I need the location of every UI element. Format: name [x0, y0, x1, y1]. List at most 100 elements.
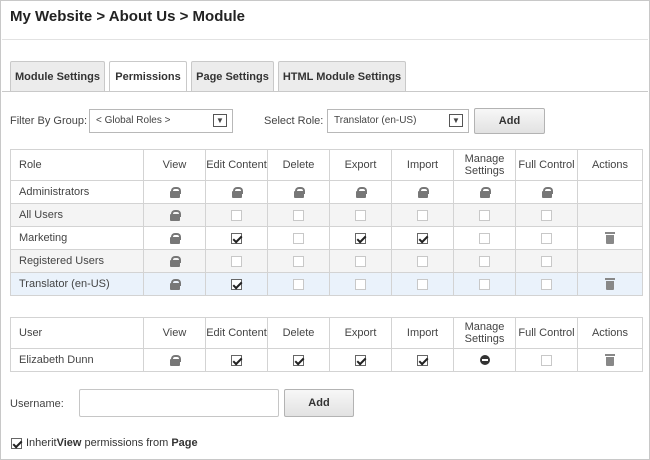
permission-checkbox[interactable] — [293, 278, 304, 290]
permission-checkbox[interactable] — [417, 209, 428, 221]
permission-checkbox[interactable] — [293, 232, 304, 244]
permission-cell — [515, 203, 578, 227]
lock-icon — [169, 279, 181, 291]
lock-icon — [417, 187, 429, 199]
role-name: Translator (en-US) — [10, 272, 144, 296]
group-select[interactable]: < Global Roles > ▼ — [89, 109, 233, 133]
permission-checkbox[interactable] — [417, 255, 428, 267]
inherit-view-checkbox[interactable] — [11, 437, 22, 449]
trash-icon[interactable] — [605, 231, 615, 244]
table-row: Translator (en-US) — [10, 272, 643, 296]
permission-checkbox[interactable] — [293, 255, 304, 267]
permission-checkbox[interactable] — [479, 255, 490, 267]
user-header-actions: Actions — [577, 317, 643, 349]
role-header-edit-content: Edit Content — [205, 149, 268, 181]
permission-checkbox[interactable] — [231, 255, 242, 267]
actions-cell — [577, 348, 643, 372]
add-role-button[interactable]: Add — [474, 108, 545, 134]
actions-cell — [577, 226, 643, 250]
add-user-button[interactable]: Add — [284, 389, 354, 417]
permission-cell — [143, 180, 206, 204]
permission-checkbox[interactable] — [541, 209, 552, 221]
permission-checkbox[interactable] — [417, 278, 428, 290]
permission-cell — [329, 203, 392, 227]
permission-checkbox[interactable] — [231, 354, 242, 366]
permission-cell — [391, 203, 454, 227]
permission-checkbox[interactable] — [355, 209, 366, 221]
tab-module-settings[interactable]: Module Settings — [10, 61, 105, 91]
permission-checkbox[interactable] — [417, 232, 428, 244]
lock-icon — [169, 233, 181, 245]
user-header-manage-settings: Manage Settings — [453, 317, 516, 349]
permission-cell — [143, 249, 206, 273]
permission-cell — [329, 226, 392, 250]
permission-checkbox[interactable] — [541, 232, 552, 244]
tab-bar: Module Settings Permissions Page Setting… — [10, 61, 648, 92]
permission-checkbox[interactable] — [541, 278, 552, 290]
table-row: Elizabeth Dunn — [10, 348, 643, 372]
filter-row: Filter By Group: < Global Roles > ▼ Sele… — [10, 108, 640, 135]
lock-icon — [169, 355, 181, 367]
permission-checkbox[interactable] — [417, 354, 428, 366]
permission-cell — [205, 249, 268, 273]
trash-icon[interactable] — [605, 277, 615, 290]
deny-icon[interactable] — [479, 355, 490, 366]
permission-cell — [267, 272, 330, 296]
lock-icon — [293, 187, 305, 199]
trash-icon[interactable] — [605, 353, 615, 366]
permission-cell — [391, 272, 454, 296]
username-input[interactable] — [79, 389, 279, 417]
permission-cell — [267, 226, 330, 250]
permission-checkbox[interactable] — [231, 278, 242, 290]
permission-cell — [515, 249, 578, 273]
permission-cell — [453, 226, 516, 250]
role-header-view: View — [143, 149, 206, 181]
table-row: Administrators — [10, 180, 643, 204]
permission-checkbox[interactable] — [479, 209, 490, 221]
inherit-permissions-row: Inherit View permissions from Page — [11, 437, 198, 449]
permission-checkbox[interactable] — [231, 209, 242, 221]
tab-permissions[interactable]: Permissions — [109, 61, 187, 92]
permission-cell — [329, 180, 392, 204]
actions-cell — [577, 249, 643, 273]
permission-cell — [453, 203, 516, 227]
permission-cell — [453, 180, 516, 204]
permission-cell — [329, 348, 392, 372]
permission-checkbox[interactable] — [293, 209, 304, 221]
tab-html-module-settings[interactable]: HTML Module Settings — [278, 61, 406, 91]
permission-cell — [391, 249, 454, 273]
permission-checkbox[interactable] — [479, 278, 490, 290]
user-header-delete: Delete — [267, 317, 330, 349]
select-role-label: Select Role: — [264, 115, 324, 127]
permission-cell — [453, 348, 516, 372]
permission-checkbox[interactable] — [231, 232, 242, 244]
breadcrumb: My Website > About Us > Module — [10, 8, 246, 25]
lock-icon — [479, 187, 491, 199]
role-header-delete: Delete — [267, 149, 330, 181]
role-name: Administrators — [10, 180, 144, 204]
permission-checkbox[interactable] — [355, 255, 366, 267]
permission-checkbox[interactable] — [355, 354, 366, 366]
user-name: Elizabeth Dunn — [10, 348, 144, 372]
permission-cell — [391, 180, 454, 204]
role-select[interactable]: Translator (en-US) ▼ — [327, 109, 469, 133]
permission-cell — [391, 226, 454, 250]
role-header-role: Role — [10, 149, 144, 181]
lock-icon — [355, 187, 367, 199]
permission-cell — [267, 180, 330, 204]
permission-cell — [205, 180, 268, 204]
permission-cell — [205, 203, 268, 227]
permission-cell — [391, 348, 454, 372]
lock-icon — [169, 187, 181, 199]
permission-checkbox[interactable] — [479, 232, 490, 244]
permission-checkbox[interactable] — [355, 232, 366, 244]
permission-checkbox[interactable] — [293, 354, 304, 366]
permission-checkbox[interactable] — [541, 354, 552, 366]
permission-cell — [143, 203, 206, 227]
actions-cell — [577, 180, 643, 204]
role-header-export: Export — [329, 149, 392, 181]
tab-page-settings[interactable]: Page Settings — [191, 61, 274, 91]
permission-checkbox[interactable] — [541, 255, 552, 267]
permission-checkbox[interactable] — [355, 278, 366, 290]
permission-cell — [267, 249, 330, 273]
